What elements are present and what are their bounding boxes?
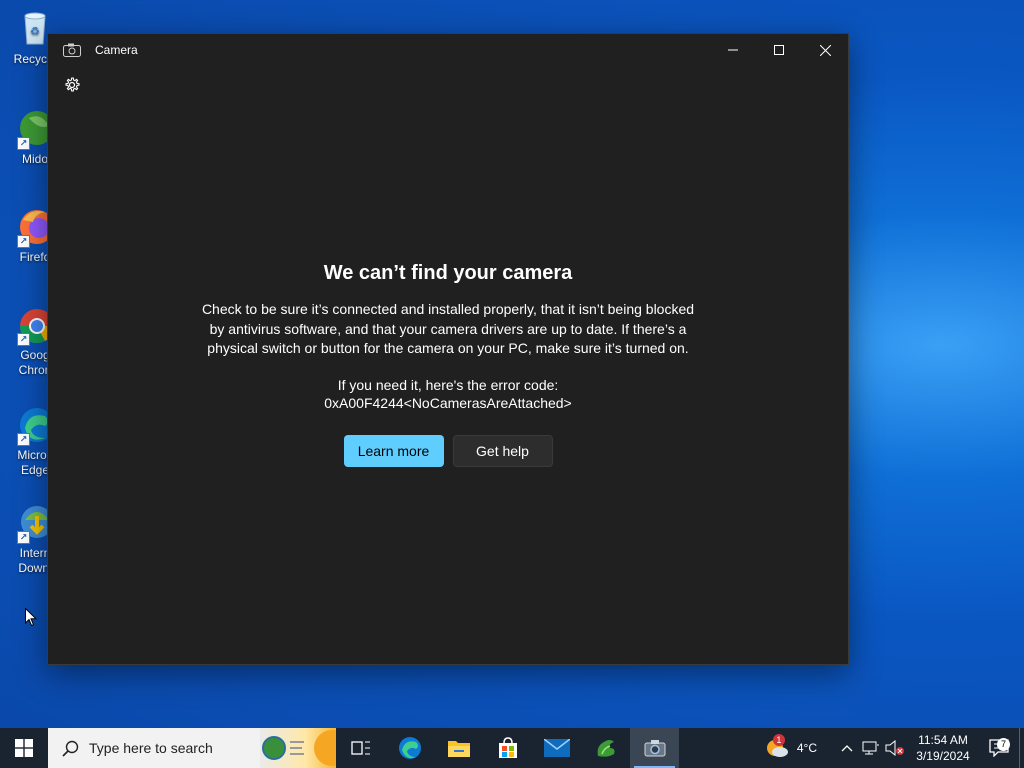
chevron-up-icon [841, 745, 853, 752]
app-icon [597, 740, 614, 757]
volume-button[interactable] [883, 740, 907, 756]
camera-icon [63, 43, 81, 57]
minimize-icon [728, 49, 738, 51]
error-description: Check to be sure it’s connected and inst… [201, 301, 695, 356]
search-input[interactable] [89, 740, 269, 756]
microsoft-store-icon [498, 737, 517, 758]
taskbar-app[interactable] [581, 728, 630, 768]
start-button[interactable] [0, 728, 48, 768]
maximize-icon [774, 45, 784, 55]
gear-icon [65, 77, 80, 92]
show-hidden-icons-button[interactable] [835, 744, 859, 752]
title-bar[interactable]: Camera [48, 34, 848, 66]
clock-time: 11:54 AM [918, 733, 968, 747]
camera-window: Camera We can’t find your camera Check t… [47, 33, 849, 665]
volume-muted-icon [885, 740, 904, 756]
file-explorer-icon [447, 741, 470, 757]
svg-text:♻: ♻ [30, 26, 40, 38]
notification-count: 7 [997, 738, 1010, 751]
close-icon [819, 44, 831, 56]
shortcut-arrow-icon: ↗ [17, 433, 30, 446]
mouse-cursor-icon [25, 607, 38, 632]
taskbar-mail[interactable] [532, 728, 581, 768]
taskbar-search-box[interactable] [48, 728, 336, 768]
shortcut-arrow-icon: ↗ [17, 235, 30, 248]
camera-icon [644, 740, 665, 757]
shortcut-arrow-icon: ↗ [17, 333, 30, 346]
search-icon [62, 740, 79, 757]
shortcut-arrow-icon: ↗ [17, 531, 30, 544]
system-tray: 1 4°C 11:54 AM 3/19/2024 7 [765, 728, 1024, 768]
weather-icon: 1 [765, 734, 789, 759]
clock[interactable]: 11:54 AM 3/19/2024 [907, 732, 979, 764]
mail-icon [543, 739, 570, 757]
taskbar: 1 4°C 11:54 AM 3/19/2024 7 [0, 728, 1024, 768]
show-desktop-button[interactable] [1019, 728, 1024, 768]
taskbar-microsoft-store[interactable] [483, 728, 532, 768]
windows-logo-icon [15, 739, 33, 757]
taskbar-camera[interactable] [630, 728, 679, 768]
error-panel: We can’t find your camera Check to be su… [48, 262, 848, 467]
taskbar-file-explorer[interactable] [434, 728, 483, 768]
weather-widget[interactable]: 1 4°C [765, 734, 817, 759]
shortcut-arrow-icon: ↗ [17, 137, 30, 150]
taskbar-task-view[interactable] [336, 728, 385, 768]
search-highlight-icon [260, 728, 336, 768]
clock-date: 3/19/2024 [916, 749, 970, 763]
error-heading: We can’t find your camera [323, 262, 573, 284]
weather-badge: 1 [772, 734, 785, 746]
network-button[interactable] [859, 741, 883, 755]
close-button[interactable] [802, 34, 848, 66]
window-title: Camera [95, 43, 138, 57]
edge-icon [398, 737, 421, 759]
network-icon [862, 741, 879, 755]
get-help-button[interactable]: Get help [452, 434, 553, 467]
minimize-button[interactable] [710, 34, 756, 66]
learn-more-button[interactable]: Learn more [343, 434, 444, 467]
maximize-button[interactable] [756, 34, 802, 66]
notification-center-button[interactable]: 7 [979, 738, 1019, 757]
error-code: 0xA00F4244<NoCamerasAreAttached> [324, 394, 572, 411]
settings-button[interactable] [62, 75, 82, 95]
taskbar-edge[interactable] [385, 728, 434, 768]
task-view-icon [350, 741, 370, 755]
error-code-label: If you need it, here's the error code: [337, 376, 559, 393]
weather-temperature: 4°C [796, 741, 817, 755]
